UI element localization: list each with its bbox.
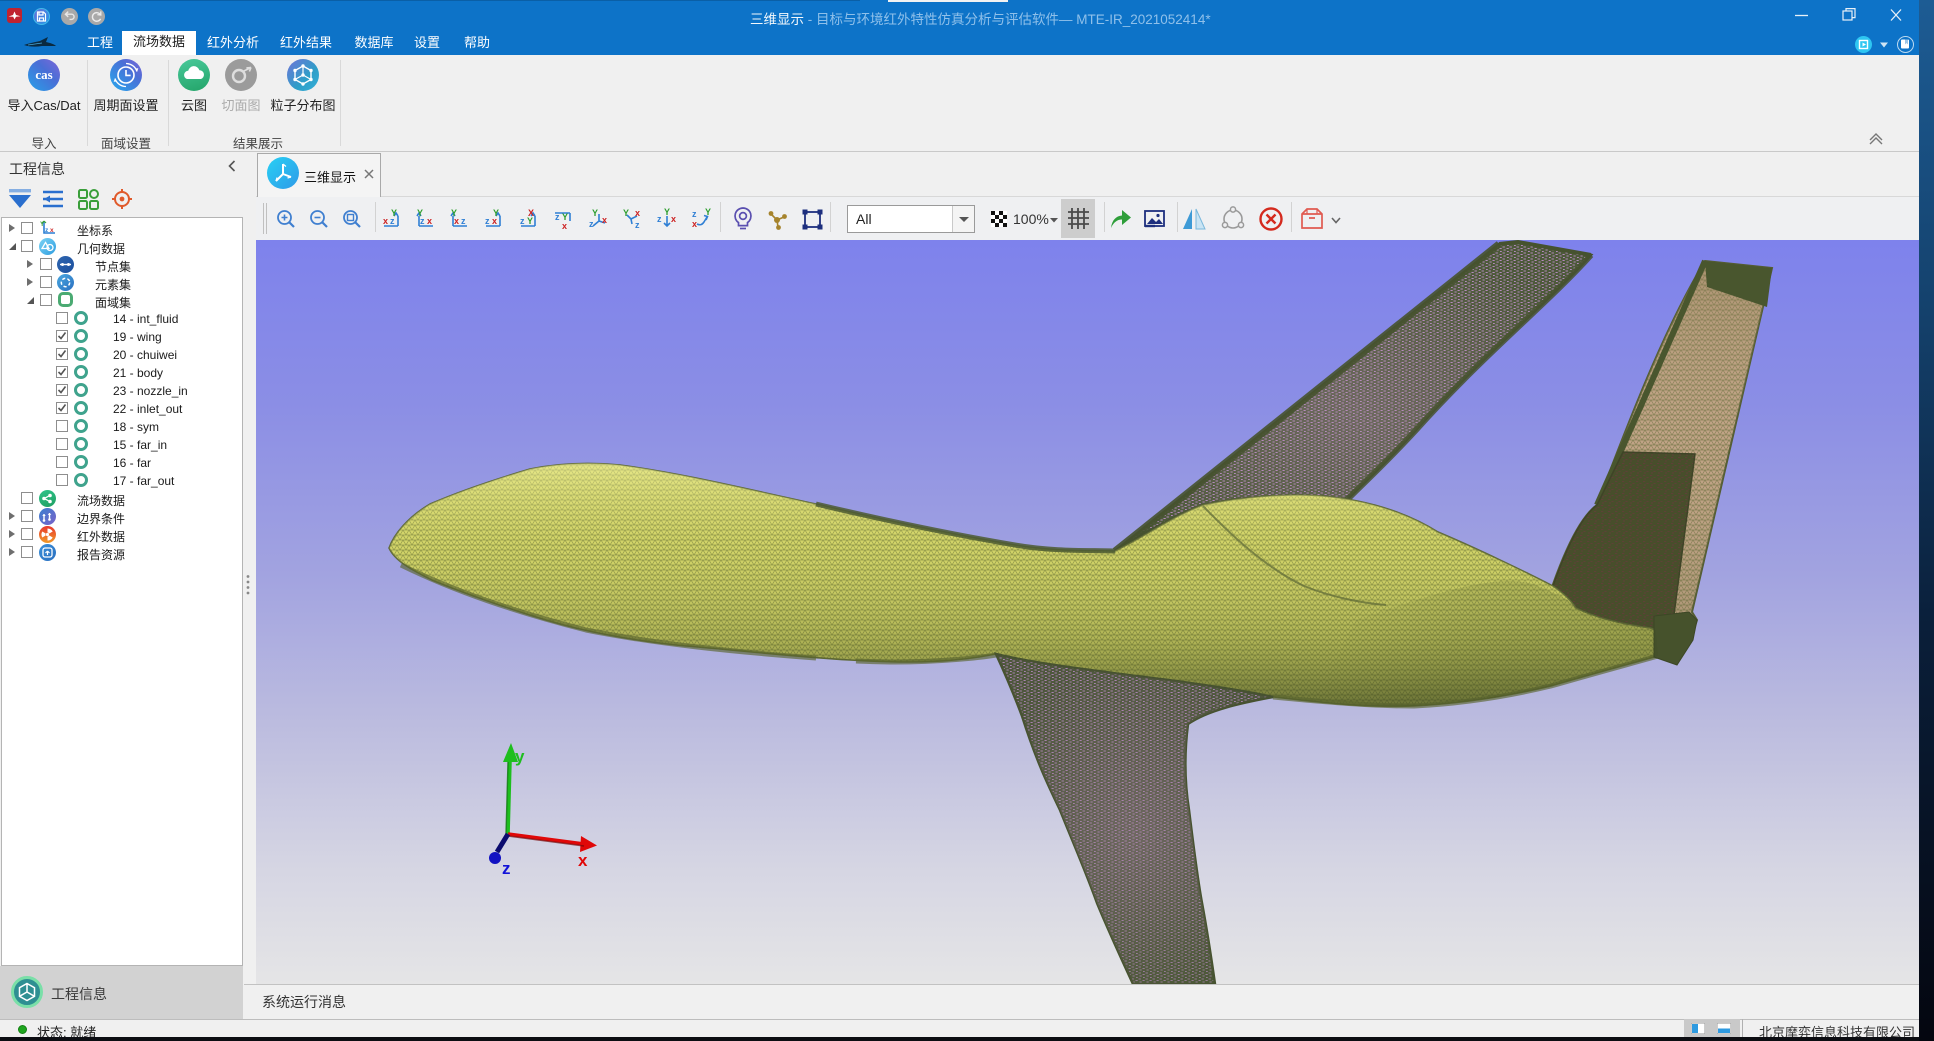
svg-text:x: x — [635, 208, 640, 218]
svg-text:z: z — [485, 216, 490, 226]
svg-text:x: x — [692, 219, 697, 229]
svg-text:x: x — [602, 215, 607, 225]
svg-text:x: x — [492, 216, 497, 226]
svg-text:z: z — [520, 216, 525, 226]
svg-text:x: x — [454, 216, 459, 226]
svg-text:Y: Y — [705, 208, 711, 217]
svg-text:x: x — [562, 221, 567, 231]
svg-text:z: z — [502, 859, 511, 878]
svg-text:Y: Y — [592, 208, 598, 218]
svg-text:z: z — [461, 216, 466, 226]
svg-text:x: x — [50, 227, 54, 234]
svg-text:x: x — [383, 216, 388, 226]
svg-text:z: z — [589, 219, 594, 229]
svg-text:Y: Y — [391, 208, 397, 218]
svg-text:Y: Y — [623, 208, 629, 218]
svg-text:y: y — [515, 747, 525, 766]
svg-text:x: x — [427, 216, 432, 226]
svg-text:Y: Y — [527, 216, 533, 226]
svg-text:x: x — [578, 851, 588, 870]
svg-text:x: x — [671, 214, 676, 224]
svg-text:z: z — [420, 216, 425, 226]
svg-text:z: z — [555, 212, 560, 222]
svg-text:z: z — [657, 214, 662, 224]
svg-text:z: z — [635, 220, 640, 230]
svg-text:Y: Y — [664, 208, 670, 217]
svg-text:z: z — [692, 209, 697, 219]
